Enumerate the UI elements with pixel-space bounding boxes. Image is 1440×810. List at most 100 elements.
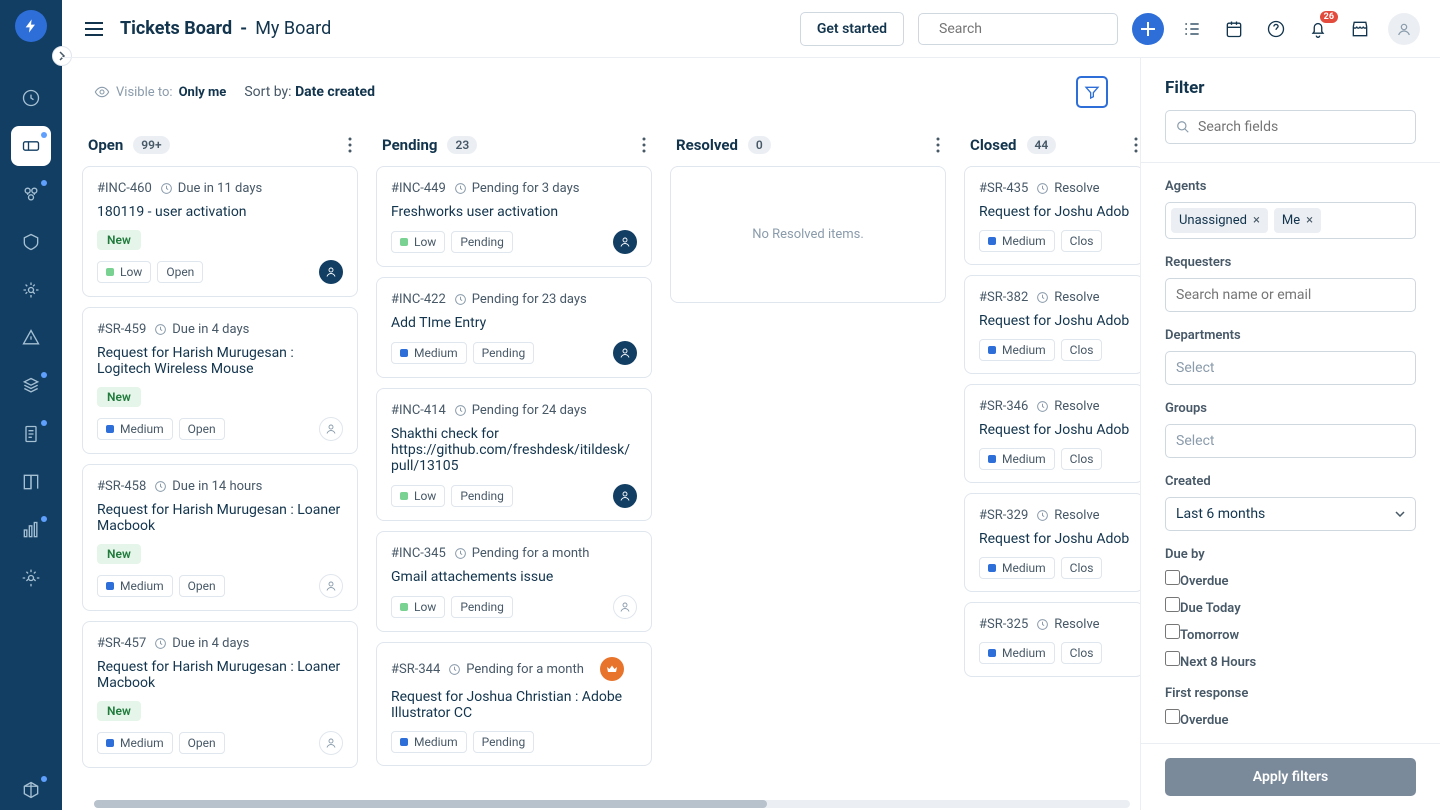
status-tag: Pending [451,485,513,507]
ticket-card[interactable]: #INC-422Pending for 23 days Add TIme Ent… [376,277,652,378]
status-tag: Clos [1061,230,1103,252]
nav-solutions[interactable] [11,462,51,502]
column-cards[interactable]: #INC-460Due in 11 days 180119 - user act… [82,164,358,810]
groups-select[interactable]: Select [1165,424,1416,458]
apply-filters-button[interactable]: Apply filters [1165,758,1416,796]
priority-tag: Low [391,485,445,507]
ticket-id: #INC-449 [391,181,446,196]
ticket-card[interactable]: #SR-382Resolve Request for Joshu Adobe I… [964,275,1140,374]
app-logo[interactable] [15,10,47,42]
assignee-avatar[interactable] [319,731,343,755]
remove-icon[interactable]: × [1253,213,1260,228]
departments-select[interactable]: Select [1165,351,1416,385]
ticket-card[interactable]: #INC-460Due in 11 days 180119 - user act… [82,166,358,297]
assignee-avatar[interactable] [613,595,637,619]
get-started-button[interactable]: Get started [800,12,904,46]
assignee-avatar[interactable] [600,657,624,681]
menu-toggle-icon[interactable] [82,17,106,41]
nav-settings[interactable] [11,558,51,598]
ticket-subject: Gmail attachements issue [391,569,637,585]
ticket-card[interactable]: #SR-325Resolve MediumClos [964,602,1140,677]
ticket-card[interactable]: #SR-344Pending for a month Request for J… [376,642,652,766]
column-cards[interactable]: #SR-435Resolve Request for Joshu Adobe I… [964,164,1140,810]
new-badge: New [97,230,141,250]
column-menu-icon[interactable] [1134,137,1138,153]
nav-apps[interactable] [11,770,51,810]
ticket-subject: Shakthi check for https://github.com/fre… [391,426,637,474]
remove-icon[interactable]: × [1306,213,1313,228]
ticket-id: #SR-344 [391,662,440,677]
assignee-avatar[interactable] [319,260,343,284]
filter-search-fields[interactable] [1165,110,1416,144]
nav-contracts[interactable] [11,414,51,454]
profile-avatar[interactable] [1388,13,1420,45]
board-column: Pending23 #INC-449Pending for 3 days Fre… [376,126,652,810]
column-cards[interactable]: #INC-449Pending for 3 days Freshworks us… [376,164,652,810]
due-label: Resolve [1036,508,1099,523]
ticket-card[interactable]: #SR-329Resolve Request for Joshu Adobe I… [964,493,1140,592]
column-menu-icon[interactable] [642,137,646,153]
dueby-option[interactable]: Due Today [1165,597,1416,616]
ticket-card[interactable]: #SR-435Resolve Request for Joshu Adobe I… [964,166,1140,265]
ticket-id: #INC-422 [391,292,446,307]
agents-input[interactable]: Unassigned×Me× [1165,202,1416,239]
due-label: Pending for 23 days [454,292,587,307]
marketplace-icon[interactable] [1346,15,1374,43]
ticket-id: #SR-329 [979,508,1028,523]
nav-changes[interactable] [11,222,51,262]
assignee-avatar[interactable] [319,417,343,441]
due-label: Pending for 3 days [454,181,580,196]
dueby-option[interactable]: Next 8 Hours [1165,651,1416,670]
assignee-avatar[interactable] [613,484,637,508]
status-tag: Open [179,418,225,440]
ticket-card[interactable]: #SR-457Due in 4 days Request for Harish … [82,621,358,768]
created-select[interactable]: Last 6 months [1165,497,1416,531]
nav-reports[interactable] [11,510,51,550]
nav-dashboard[interactable] [11,78,51,118]
visibility-indicator[interactable]: Visible to: Only me [94,84,226,100]
assignee-avatar[interactable] [319,574,343,598]
column-menu-icon[interactable] [936,137,940,153]
priority-tag: Medium [979,230,1055,252]
ticket-subject: Request for Harish Murugesan : Logitech … [97,345,343,377]
tasks-icon[interactable] [1178,15,1206,43]
ticket-card[interactable]: #INC-414Pending for 24 days Shakthi chec… [376,388,652,521]
board-horizontal-scrollbar[interactable] [94,800,1130,808]
ticket-card[interactable]: #SR-459Due in 4 days Request for Harish … [82,307,358,454]
ticket-card[interactable]: #SR-458Due in 14 hours Request for Haris… [82,464,358,611]
dueby-option[interactable]: Overdue [1165,570,1416,589]
agent-pill[interactable]: Me× [1274,208,1321,233]
nav-assets[interactable] [11,366,51,406]
column-menu-icon[interactable] [348,137,352,153]
dueby-option[interactable]: Tomorrow [1165,624,1416,643]
notifications-icon[interactable]: 26 [1304,15,1332,43]
assignee-avatar[interactable] [613,230,637,254]
nav-releases[interactable] [11,270,51,310]
due-label: Due in 4 days [154,322,249,337]
column-cards[interactable]: No Resolved items. [670,164,946,810]
global-search-input[interactable] [939,21,1117,37]
title-main[interactable]: Tickets Board [120,18,232,39]
title-sub[interactable]: My Board [255,18,331,39]
ticket-card[interactable]: #SR-346Resolve Request for Joshu Adobe I… [964,384,1140,483]
status-tag: Open [179,575,225,597]
global-search[interactable] [918,13,1118,45]
calendar-icon[interactable] [1220,15,1248,43]
filter-search-input[interactable] [1198,119,1405,135]
ticket-id: #SR-435 [979,181,1028,196]
nav-alerts[interactable] [11,318,51,358]
nav-problems[interactable] [11,174,51,214]
help-icon[interactable] [1262,15,1290,43]
filter-toggle-button[interactable] [1076,76,1108,108]
ticket-card[interactable]: #INC-345Pending for a month Gmail attach… [376,531,652,632]
agent-pill[interactable]: Unassigned× [1171,208,1268,233]
new-button[interactable] [1132,13,1164,45]
sort-selector[interactable]: Sort by: Date created [244,84,375,100]
column-header: Resolved0 [670,126,946,164]
assignee-avatar[interactable] [613,341,637,365]
ticket-card[interactable]: #INC-449Pending for 3 days Freshworks us… [376,166,652,267]
requesters-input[interactable] [1165,278,1416,312]
board-column: Open99+ #INC-460Due in 11 days 180119 - … [82,126,358,810]
nav-tickets[interactable] [11,126,51,166]
firstresp-option[interactable]: Overdue [1165,709,1416,728]
